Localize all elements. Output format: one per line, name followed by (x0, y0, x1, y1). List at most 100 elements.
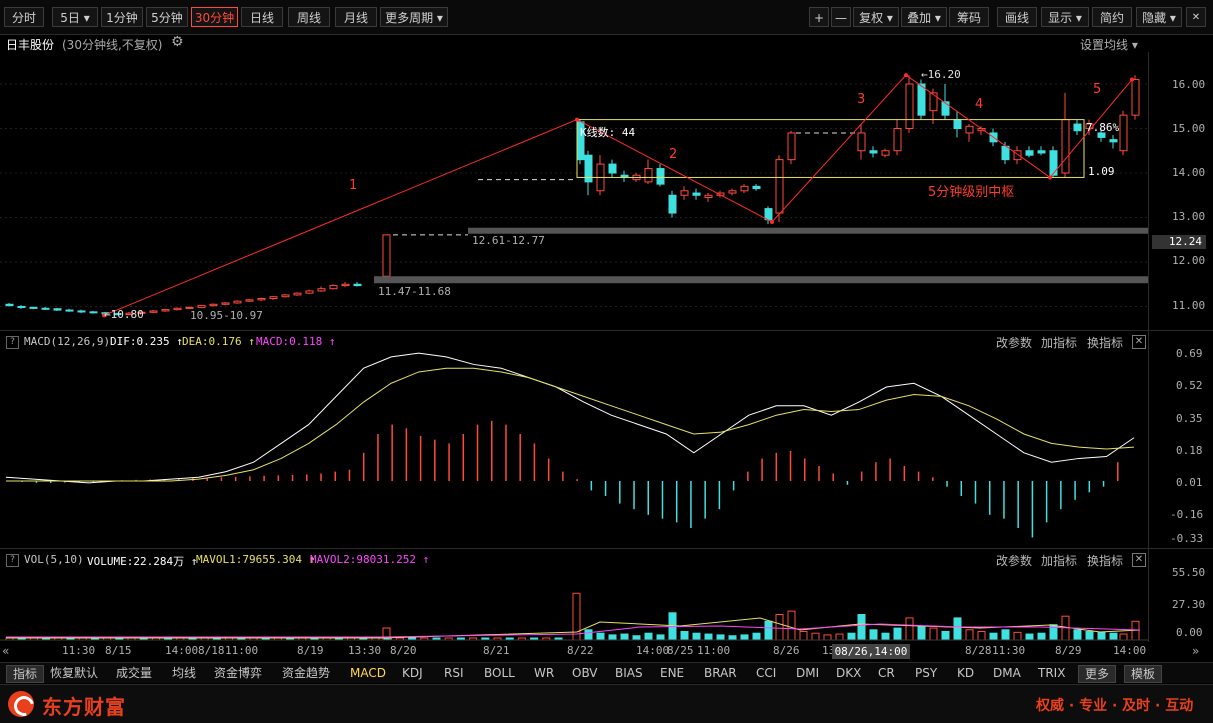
indicator-tab-19[interactable]: PSY (915, 665, 937, 681)
indicator-tab-15[interactable]: CCI (756, 665, 776, 681)
price-tick: 13.00 (1172, 210, 1206, 223)
time-tick: 11:30 (992, 644, 1026, 657)
indicator-tab-17[interactable]: DKX (836, 665, 861, 681)
wave-label: 5 (1093, 82, 1102, 97)
wave-label: 3 (857, 92, 866, 107)
dif-line (5, 352, 1135, 484)
indicator-tab-16[interactable]: DMI (796, 665, 819, 681)
arrow-up-icon: ↑ (328, 335, 336, 348)
help-icon[interactable]: ? (6, 336, 19, 349)
vol-title: VOL(5,10) (24, 553, 84, 566)
volume-bar (572, 592, 581, 641)
footer: 东方财富 权威 · 专业 · 及时 · 互动 (0, 684, 1213, 723)
macd-add-indicator[interactable]: 加指标 (1041, 334, 1077, 351)
chips-button[interactable]: 筹码 (949, 7, 989, 27)
indicator-tab-2[interactable]: 成交量 (116, 665, 152, 681)
candle-body (857, 132, 866, 152)
macd-swap-indicator[interactable]: 换指标 (1087, 334, 1123, 351)
volume-bar (857, 614, 866, 641)
candle-body (1061, 119, 1070, 174)
candle-body (1037, 150, 1046, 154)
draw-button[interactable]: 画线 (997, 7, 1037, 27)
close-icon[interactable]: ✕ (1186, 7, 1206, 27)
indicator-tab-0[interactable]: 指标 (6, 665, 45, 683)
gap-label: 11.47-11.68 (378, 285, 451, 298)
gap-label: 12.61-12.77 (472, 234, 545, 247)
wave-point (904, 73, 908, 78)
candle-body (692, 192, 701, 196)
volume-bar (680, 631, 689, 641)
close-icon[interactable]: ✕ (1132, 553, 1146, 567)
vol-tick: 0.00 (1176, 626, 1203, 639)
wave-label: 1 (349, 178, 358, 193)
scroll-left-icon[interactable]: « (2, 644, 9, 658)
tab-intraday[interactable]: 分时 (4, 7, 44, 27)
simple-button[interactable]: 简约 (1092, 7, 1132, 27)
indicator-tab-14[interactable]: BRAR (704, 665, 737, 681)
wave-label: 4 (975, 97, 984, 112)
ma-settings-link[interactable]: 设置均线 ▾ (1080, 36, 1138, 53)
adjust-button[interactable]: 复权 ▾ (853, 7, 899, 27)
indicator-tab-20[interactable]: KD (957, 665, 974, 681)
indicator-tab-24[interactable]: 模板 (1124, 665, 1163, 683)
indicator-tab-6[interactable]: MACD (350, 665, 386, 681)
indicator-tab-5[interactable]: 资金趋势 (282, 665, 330, 681)
indicator-tab-7[interactable]: KDJ (402, 665, 423, 681)
tab-monthly[interactable]: 月线 (335, 7, 377, 27)
volume-bar (799, 631, 808, 641)
vol-swap-indicator[interactable]: 换指标 (1087, 552, 1123, 569)
scroll-right-icon[interactable]: » (1192, 644, 1199, 658)
tab-1min[interactable]: 1分钟 (101, 7, 143, 27)
indicator-tab-21[interactable]: DMA (993, 665, 1021, 681)
indicator-tab-3[interactable]: 均线 (172, 665, 196, 681)
indicator-tab-18[interactable]: CR (878, 665, 895, 681)
chevron-down-icon: ▾ (436, 11, 443, 25)
display-button[interactable]: 显示 ▾ (1041, 7, 1089, 27)
close-icon[interactable]: ✕ (1132, 335, 1146, 349)
tab-30min[interactable]: 30分钟 (191, 7, 238, 27)
zoom-in-button[interactable]: + (809, 7, 829, 27)
indicator-tab-1[interactable]: 恢复默认 (50, 665, 98, 681)
high-label: ←16.20 (921, 68, 961, 81)
gear-icon[interactable]: ⚙ (171, 34, 184, 50)
macd-dea-value: DEA:0.176 (182, 335, 242, 348)
tab-more-periods[interactable]: 更多周期 ▾ (380, 7, 448, 27)
volume-bar (764, 620, 773, 641)
indicator-tab-23[interactable]: 更多 (1078, 665, 1117, 683)
indicator-tab-9[interactable]: BOLL (484, 665, 515, 681)
indicator-tab-12[interactable]: BIAS (615, 665, 643, 681)
candle-body (941, 101, 950, 116)
panel-divider (0, 548, 1213, 549)
tab-weekly[interactable]: 周线 (288, 7, 330, 27)
kline-chart[interactable] (0, 52, 1213, 662)
vol-volume-value: VOLUME:22.284万 (87, 555, 185, 568)
candle-body (17, 306, 26, 308)
candle-body (41, 307, 50, 310)
tab-5min[interactable]: 5分钟 (146, 7, 188, 27)
vol-add-indicator[interactable]: 加指标 (1041, 552, 1077, 569)
candle-body (1119, 114, 1128, 152)
tab-daily[interactable]: 日线 (241, 7, 283, 27)
help-icon[interactable]: ? (6, 554, 19, 567)
vol-volume: VOLUME:22.284万 ↑ (87, 553, 197, 569)
indicator-tab-8[interactable]: RSI (444, 665, 464, 681)
time-tick: 14:00 (1113, 644, 1147, 657)
volume-bar (1109, 632, 1118, 641)
indicator-tab-11[interactable]: OBV (572, 665, 598, 681)
candle-body (728, 190, 737, 194)
indicator-bar: 指标 恢复默认 成交量 均线 资金博弈 资金趋势 MACD KDJ RSI BOLL WR OBV BI… (0, 662, 1213, 683)
indicator-tab-10[interactable]: WR (534, 665, 554, 681)
high-value: 16.20 (927, 68, 961, 81)
hide-button[interactable]: 隐藏 ▾ (1136, 7, 1182, 27)
tab-5day[interactable]: 5日 ▾ (52, 7, 98, 27)
zoom-out-button[interactable]: — (831, 7, 851, 27)
vol-change-params[interactable]: 改参数 (996, 552, 1032, 569)
brand-slogan: 权威 · 专业 · 及时 · 互动 (1036, 698, 1194, 714)
volume-bar (835, 633, 844, 641)
overlay-button[interactable]: 叠加 ▾ (901, 7, 947, 27)
indicator-tab-4[interactable]: 资金博弈 (214, 665, 262, 681)
indicator-tab-13[interactable]: ENE (660, 665, 684, 681)
indicator-tab-22[interactable]: TRIX (1038, 665, 1065, 681)
ma-settings-label: 设置均线 (1080, 38, 1129, 52)
macd-change-params[interactable]: 改参数 (996, 334, 1032, 351)
